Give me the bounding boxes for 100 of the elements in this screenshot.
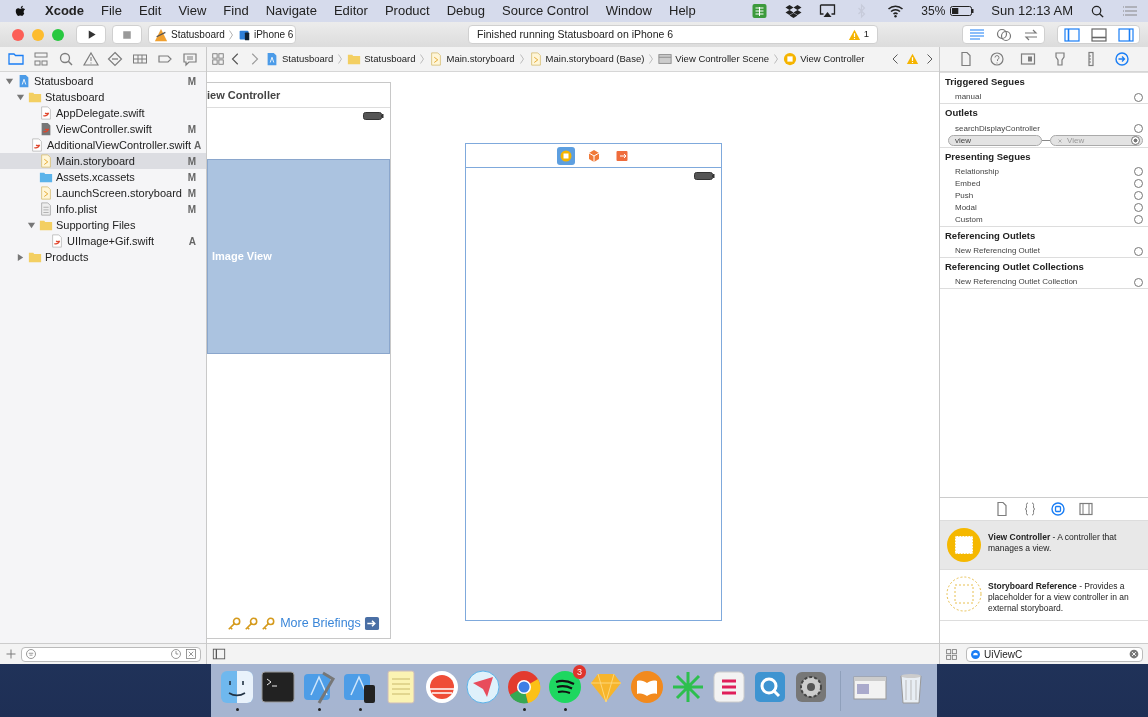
braces-icon[interactable] xyxy=(1022,501,1038,517)
film-icon[interactable] xyxy=(1078,501,1094,517)
folder-icon xyxy=(39,218,53,232)
storyboard-file-icon xyxy=(39,154,53,168)
clock-icon[interactable] xyxy=(170,648,182,660)
library-item[interactable]: View Controller - A controller that manages a view. xyxy=(940,521,1148,570)
file-tree-item[interactable]: Info.plist M xyxy=(0,201,206,217)
arrow-square-icon[interactable] xyxy=(363,616,380,632)
dock-app[interactable] xyxy=(260,668,296,705)
menu-item[interactable]: Editor xyxy=(333,1,368,21)
file-tree-item[interactable]: ViewController.swift M xyxy=(0,121,206,137)
file-tree-item[interactable]: AdditionalViewController.swift A xyxy=(0,137,206,153)
square-x-icon[interactable] xyxy=(185,648,197,660)
scene-dock-item[interactable] xyxy=(556,146,575,165)
section-header: Referencing Outlets xyxy=(940,225,1148,245)
warning-icon[interactable] xyxy=(82,51,99,67)
library-search-field[interactable]: UiViewC xyxy=(966,646,1143,662)
file-tree-item[interactable]: Statusboard M xyxy=(0,73,206,89)
panel-toggle-control[interactable] xyxy=(1057,25,1140,44)
document-icon[interactable] xyxy=(994,501,1010,517)
folder-icon[interactable] xyxy=(8,51,25,67)
menu-item[interactable]: Debug xyxy=(446,1,486,21)
file-tree-item[interactable]: UIImage+Gif.swift A xyxy=(0,233,206,249)
run-button[interactable] xyxy=(76,25,106,44)
menu-item[interactable]: Product xyxy=(384,1,430,21)
menu-item[interactable]: Source Control xyxy=(502,1,589,21)
help-icon[interactable] xyxy=(989,51,1005,67)
book-icon xyxy=(629,668,665,705)
file-tree-item[interactable]: Products xyxy=(0,249,206,265)
file-tree-item[interactable]: Assets.xcassets M xyxy=(0,169,206,185)
box-icon[interactable] xyxy=(785,3,803,19)
menu-item[interactable]: Find xyxy=(223,1,249,21)
connection-label: Relationship xyxy=(955,165,1000,178)
app-menu[interactable]: Xcode xyxy=(45,1,84,21)
menu-item[interactable]: Help xyxy=(669,1,696,21)
breadcrumb[interactable]: Main.storyboard xyxy=(429,51,515,67)
breadcrumb[interactable]: View Controller xyxy=(783,51,865,67)
wifi-icon[interactable] xyxy=(887,3,905,19)
round-logo-icon xyxy=(506,668,542,705)
airplay-icon[interactable] xyxy=(819,3,837,19)
lines-icon xyxy=(968,26,985,43)
menu-item[interactable]: Window xyxy=(605,1,652,21)
sound-waves-icon xyxy=(547,668,583,705)
menu-item[interactable]: Navigate xyxy=(265,1,317,21)
section-header: Outlets xyxy=(940,103,1148,123)
battery-percent: 35% xyxy=(921,3,946,20)
grid-icon[interactable] xyxy=(945,647,958,661)
filter-field[interactable] xyxy=(21,646,201,662)
swift-file-icon xyxy=(30,138,44,152)
breadcrumb[interactable]: Main.storyboard (Base) xyxy=(528,51,645,67)
storyboard-file-icon xyxy=(429,52,444,66)
grid-icon[interactable] xyxy=(132,51,149,67)
menu-item[interactable]: View xyxy=(178,1,207,21)
close-button[interactable] xyxy=(12,28,24,41)
file-tree-item[interactable]: AppDelegate.swift xyxy=(0,105,206,121)
scheme-selector[interactable]: Statusboard iPhone 6 xyxy=(148,25,296,44)
key-icon xyxy=(244,616,259,631)
project-icon xyxy=(265,52,279,66)
dock-app[interactable] xyxy=(219,668,255,705)
search-icon[interactable] xyxy=(1090,3,1105,19)
apple-icon[interactable] xyxy=(14,3,28,19)
panel-icon xyxy=(1089,26,1108,43)
file-tree-item[interactable]: Main.storyboard M xyxy=(0,153,206,169)
menu-item[interactable]: File xyxy=(101,1,122,21)
file-tree-item[interactable]: Statusboard xyxy=(0,89,206,105)
connection-label: Embed xyxy=(955,177,981,190)
connection-label: Modal xyxy=(955,201,977,214)
hierarchy-icon[interactable] xyxy=(33,51,50,67)
connection-label: New Referencing Outlet xyxy=(955,245,1040,257)
dock-app[interactable]: 3 xyxy=(547,668,583,705)
outlet-pill[interactable]: view xyxy=(948,135,1042,146)
grid-app-icon[interactable] xyxy=(751,3,769,19)
clock[interactable]: Sun 12:13 AM xyxy=(991,1,1073,21)
chevron-icon xyxy=(227,27,234,42)
diamond-icon[interactable] xyxy=(107,51,124,67)
item-description: Storyboard Reference - Provides a placeholder for a view controller in an external storyboard. xyxy=(988,580,1130,614)
file-tree-item[interactable]: LaunchScreen.storyboard M xyxy=(0,185,206,201)
battery-icon[interactable] xyxy=(950,5,975,17)
zoom-button[interactable] xyxy=(52,28,64,41)
warning-icon[interactable] xyxy=(906,53,919,65)
breadcrumb[interactable]: View Controller Scene xyxy=(658,51,770,67)
more-briefings-link[interactable]: More Briefings xyxy=(280,614,361,633)
grid-icon[interactable] xyxy=(211,52,225,66)
editor-mode-control[interactable] xyxy=(962,25,1045,44)
breadcrumb[interactable]: Statusboard xyxy=(265,51,334,67)
sidebar-icon[interactable] xyxy=(212,647,226,661)
swift-file-icon xyxy=(39,122,53,136)
breadcrumb[interactable]: Statusboard xyxy=(347,51,416,67)
add-icon[interactable] xyxy=(5,648,17,660)
menu-item[interactable]: Edit xyxy=(138,1,162,21)
remove-icon[interactable] xyxy=(1057,137,1063,144)
clear-icon[interactable] xyxy=(1129,649,1139,659)
key-icon xyxy=(227,616,242,631)
storyboard-file-icon xyxy=(39,186,53,200)
chat-icon[interactable] xyxy=(181,51,198,67)
arrow-circle-icon[interactable] xyxy=(1114,51,1131,67)
file-tree-item[interactable]: Supporting Files xyxy=(0,217,206,233)
connected-well[interactable] xyxy=(1131,136,1140,145)
card-icon[interactable] xyxy=(1020,51,1037,67)
stop-button[interactable] xyxy=(112,25,142,44)
